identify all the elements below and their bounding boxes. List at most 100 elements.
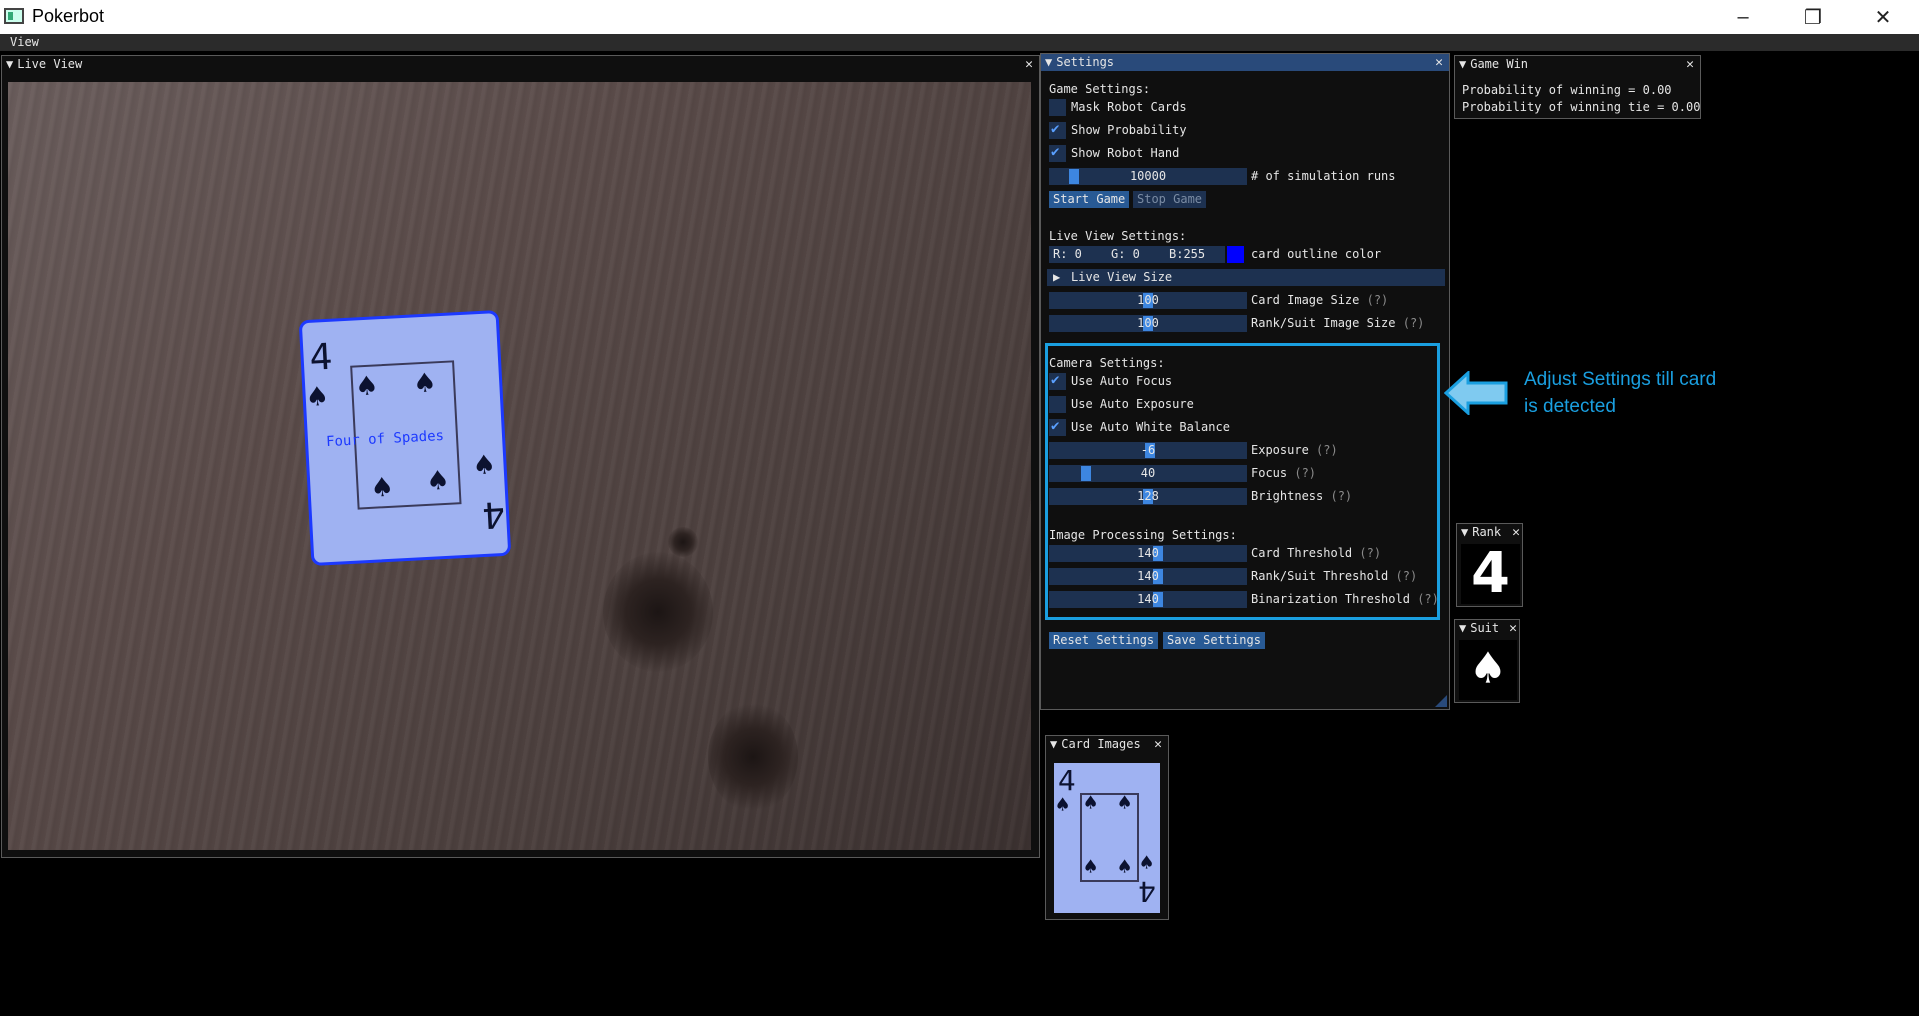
checkmark-icon: ✔ <box>1051 418 1060 434</box>
binarization-threshold-value: 140 <box>1137 592 1159 606</box>
image-processing-label: Image Processing Settings: <box>1049 528 1237 542</box>
wood-knot <box>603 552 713 672</box>
spade-icon: ♠ <box>414 363 436 403</box>
app-icon <box>4 8 24 24</box>
annotation-line-1: Adjust Settings till card <box>1524 369 1717 390</box>
use-auto-exposure-checkbox[interactable] <box>1049 396 1066 413</box>
game-win-window: ▼ Game Win ✕ Probability of winning = 0.0… <box>1454 55 1701 119</box>
show-robot-hand-label: Show Robot Hand <box>1071 146 1180 160</box>
help-marker[interactable]: (?) <box>1294 466 1316 480</box>
checkmark-icon: ✔ <box>1051 144 1060 160</box>
collapse-icon[interactable]: ▼ <box>1045 55 1052 69</box>
rank-header[interactable]: ▼ Rank ✕ <box>1457 524 1522 541</box>
rank-suit-image-size-label: Rank/Suit Image Size (?) <box>1251 316 1424 330</box>
card-image-size-label: Card Image Size (?) <box>1251 293 1388 307</box>
label-text: Rank/Suit Threshold <box>1251 569 1389 583</box>
help-marker[interactable]: (?) <box>1403 316 1425 330</box>
detected-card: 4 ♠ ♠ ♠ ♠ ♠ ♠ 4 Four of Spades <box>298 309 512 567</box>
color-b-input[interactable]: B:255 <box>1165 246 1225 263</box>
exposure-slider[interactable]: -6 <box>1049 442 1247 459</box>
focus-slider[interactable]: 40 <box>1049 465 1247 482</box>
label-text: Focus <box>1251 466 1288 480</box>
use-auto-white-balance-checkbox[interactable]: ✔ <box>1049 418 1066 436</box>
suit-title: Suit <box>1470 621 1500 635</box>
wood-knot <box>668 527 698 557</box>
help-marker[interactable]: (?) <box>1417 592 1439 606</box>
minimize-button[interactable]: – <box>1708 0 1778 34</box>
outline-color-swatch[interactable] <box>1227 246 1244 263</box>
card-rank-top: 4 <box>1058 764 1076 797</box>
checkmark-icon: ✔ <box>1051 372 1060 388</box>
label-text: Card Threshold <box>1251 546 1353 560</box>
help-marker[interactable]: (?) <box>1367 293 1389 307</box>
close-icon[interactable]: ✕ <box>1025 56 1033 73</box>
wood-knot <box>708 702 798 812</box>
mask-robot-cards-label: Mask Robot Cards <box>1071 100 1187 114</box>
stop-game-button[interactable]: Stop Game <box>1133 191 1207 208</box>
menu-view[interactable]: View <box>10 35 39 49</box>
binarization-threshold-slider[interactable]: 140 <box>1049 591 1247 608</box>
rank-window: ▼ Rank ✕ 4 <box>1456 523 1523 607</box>
simulation-runs-slider[interactable]: 10000 <box>1049 168 1247 185</box>
resize-grip-icon[interactable] <box>1435 695 1447 707</box>
show-robot-hand-checkbox[interactable]: ✔ <box>1049 144 1066 162</box>
close-button[interactable]: ✕ <box>1848 0 1918 34</box>
live-view-size-header[interactable]: ▶ Live View Size <box>1047 269 1445 286</box>
help-marker[interactable]: (?) <box>1396 569 1418 583</box>
close-icon[interactable]: ✕ <box>1686 56 1694 73</box>
color-r-input[interactable]: R: 0 <box>1049 246 1109 263</box>
close-icon[interactable]: ✕ <box>1512 524 1520 541</box>
card-rank-top: 4 <box>308 336 334 379</box>
rank-suit-image-size-slider[interactable]: 100 <box>1049 315 1247 332</box>
brightness-slider[interactable]: 128 <box>1049 488 1247 505</box>
spade-icon: ♠ <box>1140 851 1154 876</box>
card-image-size-value: 100 <box>1137 293 1159 307</box>
help-marker[interactable]: (?) <box>1359 546 1381 560</box>
collapse-icon[interactable]: ▼ <box>1459 621 1466 635</box>
card-image-size-slider[interactable]: 100 <box>1049 292 1247 309</box>
reset-settings-button[interactable]: Reset Settings <box>1049 632 1159 649</box>
live-view-size-label: Live View Size <box>1071 270 1173 284</box>
help-marker[interactable]: (?) <box>1316 443 1338 457</box>
rank-suit-threshold-slider[interactable]: 140 <box>1049 568 1247 585</box>
collapse-icon[interactable]: ▼ <box>6 57 13 71</box>
card-threshold-label: Card Threshold (?) <box>1251 546 1381 560</box>
save-settings-button[interactable]: Save Settings <box>1163 632 1265 649</box>
probability-tie-text: Probability of winning tie = 0.00 <box>1462 100 1701 114</box>
close-icon[interactable]: ✕ <box>1435 54 1443 71</box>
color-g-input[interactable]: G: 0 <box>1107 246 1167 263</box>
spade-icon: ♠ <box>1118 791 1132 816</box>
card-outline-color-label: card outline color <box>1251 247 1382 261</box>
rank-suit-threshold-label: Rank/Suit Threshold (?) <box>1251 569 1417 583</box>
label-text: Brightness <box>1251 489 1324 503</box>
help-marker[interactable]: (?) <box>1330 489 1352 503</box>
card-images-header[interactable]: ▼ Card Images ✕ <box>1046 736 1168 753</box>
start-game-button[interactable]: Start Game <box>1049 191 1130 208</box>
close-icon[interactable]: ✕ <box>1509 620 1517 637</box>
restore-button[interactable]: ❐ <box>1778 0 1848 34</box>
collapse-icon[interactable]: ▼ <box>1459 57 1466 71</box>
expand-icon[interactable]: ▶ <box>1053 270 1060 284</box>
card-threshold-slider[interactable]: 140 <box>1049 545 1247 562</box>
exposure-value: -6 <box>1140 443 1156 457</box>
annotation-line-2: is detected <box>1524 396 1616 417</box>
suit-header[interactable]: ▼ Suit ✕ <box>1455 620 1519 637</box>
close-icon[interactable]: ✕ <box>1154 736 1162 753</box>
spade-icon: ♠ <box>371 467 393 507</box>
use-auto-focus-label: Use Auto Focus <box>1071 374 1173 388</box>
collapse-icon[interactable]: ▼ <box>1461 525 1468 539</box>
collapse-icon[interactable]: ▼ <box>1050 737 1057 751</box>
spade-icon: ♠ <box>1056 793 1070 818</box>
use-auto-focus-checkbox[interactable]: ✔ <box>1049 372 1066 390</box>
mask-robot-cards-checkbox[interactable] <box>1049 99 1066 116</box>
settings-header[interactable]: ▼ Settings ✕ <box>1041 54 1449 71</box>
show-probability-checkbox[interactable]: ✔ <box>1049 121 1066 139</box>
show-probability-label: Show Probability <box>1071 123 1187 137</box>
label-text: Card Image Size <box>1251 293 1360 307</box>
live-view-header[interactable]: ▼ Live View ✕ <box>2 56 1039 73</box>
live-view-title: Live View <box>17 57 83 71</box>
settings-title: Settings <box>1056 55 1115 69</box>
binarization-threshold-label: Binarization Threshold (?) <box>1251 592 1439 606</box>
card-rank-bottom: 4 <box>481 492 507 536</box>
game-win-header[interactable]: ▼ Game Win ✕ <box>1455 56 1700 73</box>
